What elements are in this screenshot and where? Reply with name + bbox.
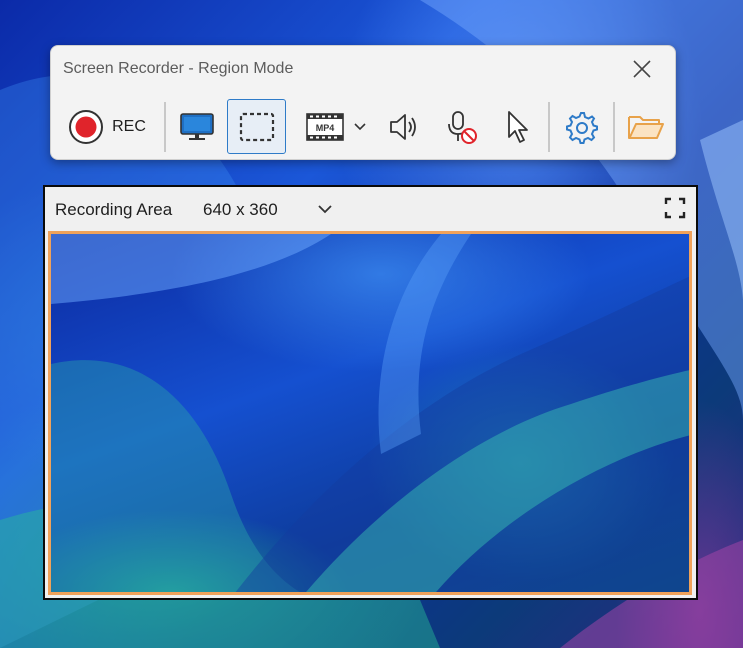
toolbar-separator: [164, 102, 166, 152]
chevron-down-icon: [354, 122, 366, 130]
close-button[interactable]: [631, 58, 653, 80]
recording-size-value[interactable]: 640 x 360: [203, 200, 278, 220]
recording-area-window: Recording Area 640 x 360: [43, 185, 698, 600]
chevron-down-icon: [318, 205, 332, 214]
fullscreen-mode-button[interactable]: [173, 99, 221, 154]
cursor-icon: [508, 110, 528, 143]
record-icon: [69, 109, 104, 144]
monitor-icon: [180, 112, 214, 140]
capture-region[interactable]: [48, 231, 692, 595]
toolbar-separator: [548, 102, 550, 152]
captured-wallpaper: [51, 234, 689, 592]
window-title: Screen Recorder - Region Mode: [63, 60, 294, 77]
record-label: REC: [112, 117, 146, 135]
microphone-button[interactable]: [437, 99, 485, 154]
record-button[interactable]: REC: [65, 99, 149, 154]
gear-icon: [566, 111, 598, 144]
recorder-toolbar-window: Screen Recorder - Region Mode REC MP4: [50, 45, 676, 160]
size-dropdown-button[interactable]: [313, 197, 337, 221]
recording-area-label: Recording Area: [55, 200, 173, 219]
svg-text:MP4: MP4: [316, 123, 335, 133]
microphone-muted-icon: [448, 110, 477, 144]
expand-icon: [664, 197, 686, 219]
settings-button[interactable]: [557, 99, 605, 154]
system-audio-button[interactable]: [380, 99, 428, 154]
open-folder-button[interactable]: [622, 99, 670, 154]
recording-area-header: Recording Area 640 x 360: [45, 187, 696, 231]
cursor-button[interactable]: [494, 99, 542, 154]
region-mode-button[interactable]: [227, 99, 286, 154]
folder-icon: [628, 115, 664, 139]
format-select-button[interactable]: MP4: [301, 99, 371, 154]
region-select-icon: [239, 112, 274, 141]
mp4-film-icon: MP4: [306, 112, 344, 141]
fullscreen-toggle-button[interactable]: [663, 196, 687, 220]
close-icon: [633, 60, 651, 78]
toolbar-controls: REC MP4: [51, 98, 675, 154]
speaker-icon: [390, 113, 416, 140]
toolbar-separator: [613, 102, 615, 152]
